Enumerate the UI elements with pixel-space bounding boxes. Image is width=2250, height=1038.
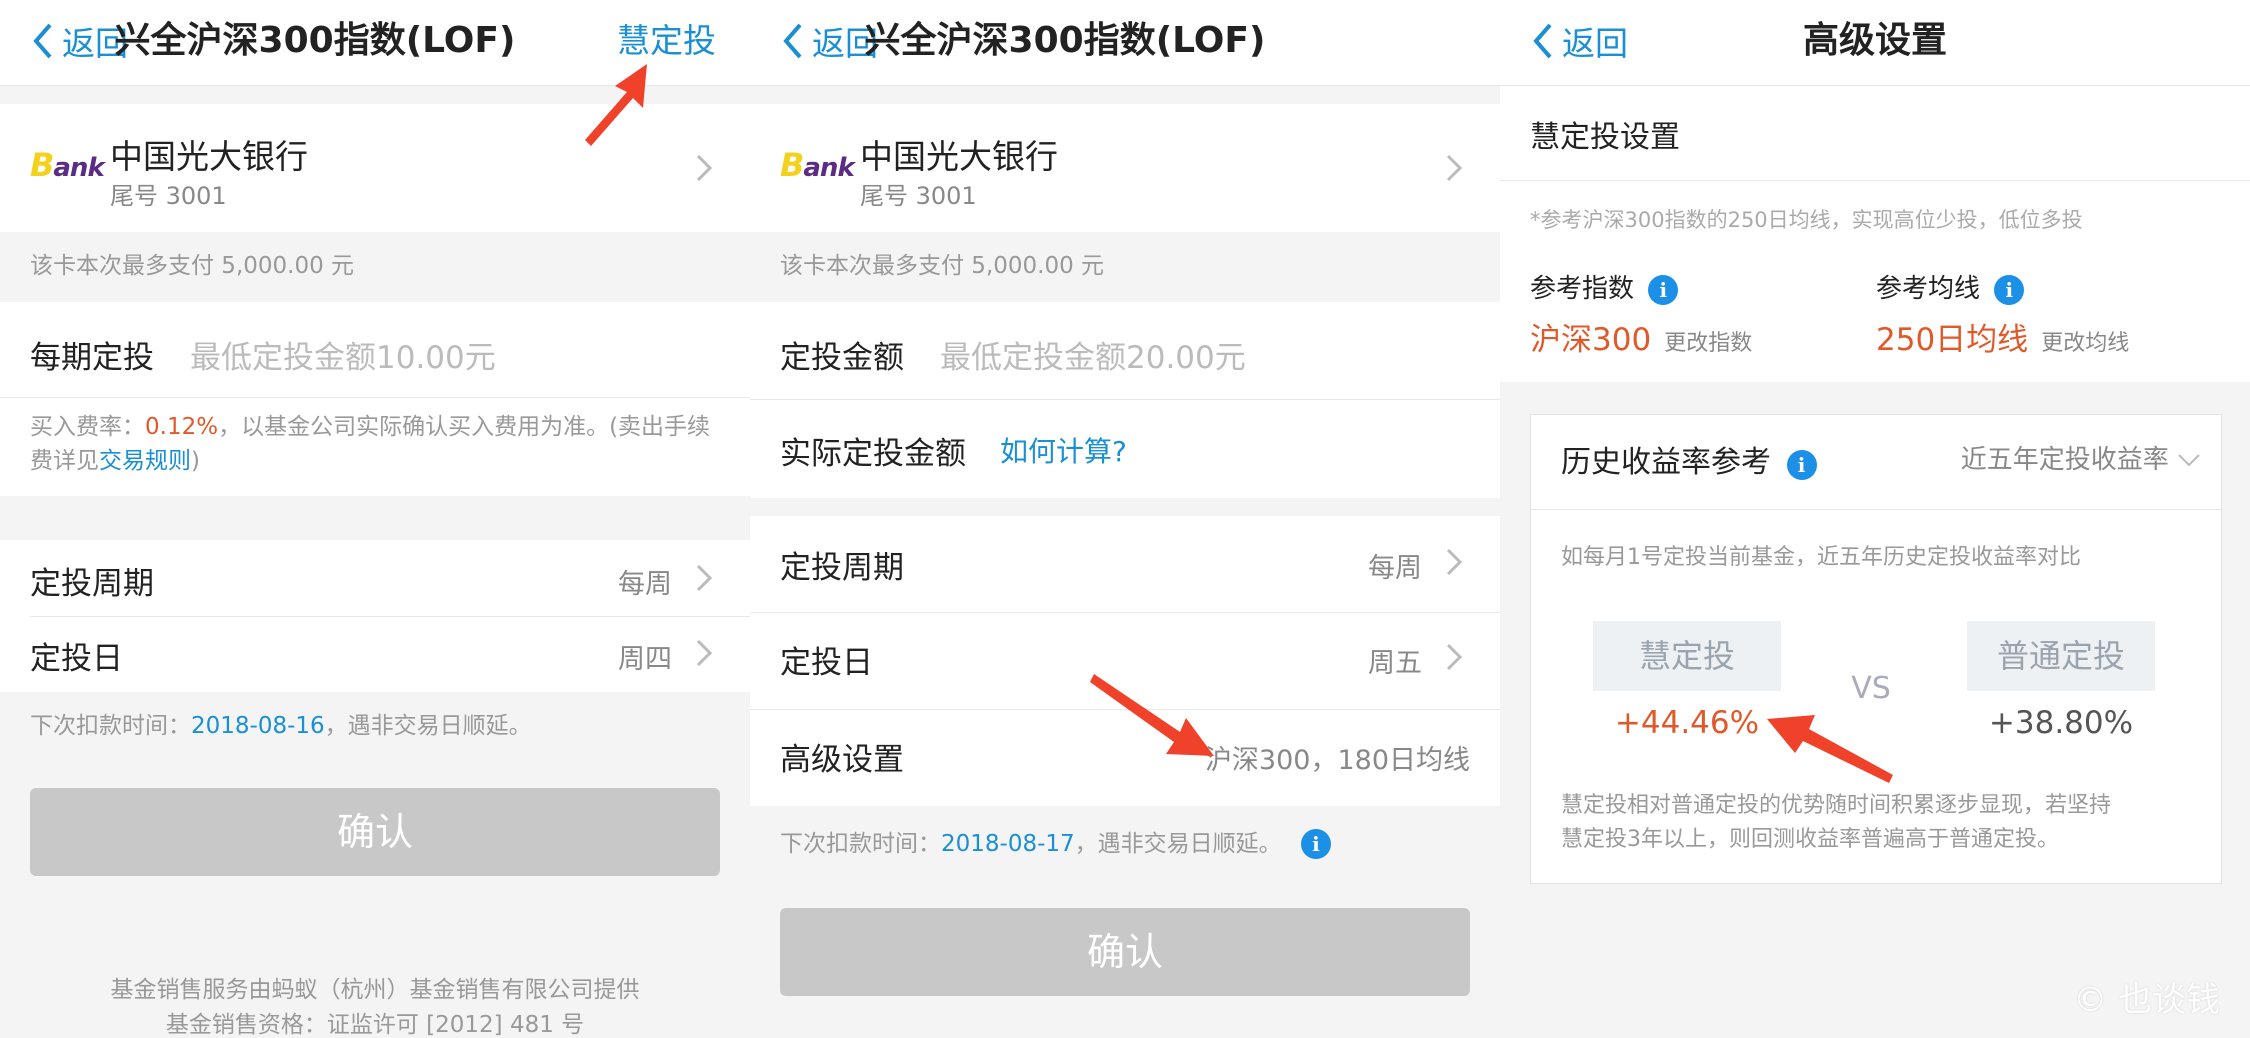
divider	[0, 397, 750, 398]
cycle-value: 每周	[618, 569, 672, 600]
panel-advanced-settings: 返回 高级设置 慧定投设置 *参考沪深300指数的250日均线，实现高位少投，低…	[1500, 0, 2250, 1038]
history-desc: 如每月1号定投当前基金，近五年历史定投收益率对比	[1561, 545, 2081, 570]
normal-invest-tag: 普通定投	[1967, 621, 2155, 691]
ref-ma-value: 250日均线	[1876, 322, 2029, 358]
schedule-section: 定投周期 每周 定投日 周四	[0, 540, 750, 692]
cycle-row[interactable]: 定投周期 每周	[0, 540, 750, 616]
bank-name: 中国光大银行	[110, 137, 308, 176]
advanced-value: 沪深300，180日均线	[1204, 745, 1470, 776]
bank-card-tail: 尾号 3001	[860, 182, 977, 210]
info-icon[interactable]: i	[1300, 829, 1331, 859]
confirm-button[interactable]: 确认	[780, 908, 1470, 996]
how-to-calculate-link[interactable]: 如何计算?	[1000, 430, 1127, 470]
smart-invest-tag: 慧定投	[1593, 621, 1781, 691]
bank-logo: Bank	[30, 146, 105, 184]
info-icon[interactable]: i	[1994, 275, 2025, 305]
chevron-right-icon	[1446, 643, 1463, 671]
amount-input[interactable]: 最低定投金额10.00元	[190, 332, 496, 377]
chevron-right-icon	[1446, 154, 1463, 182]
ref-ma-value-row: 250日均线 更改均线	[1876, 314, 2129, 359]
ref-index-value: 沪深300	[1530, 322, 1652, 358]
ref-ma-label: 参考均线 i	[1876, 268, 2025, 305]
amount-section: 定投金额 最低定投金额20.00元 实际定投金额 如何计算?	[750, 302, 1500, 498]
limit-note: 该卡本次最多支付 5,000.00 元	[780, 253, 1105, 279]
info-icon[interactable]: i	[1786, 450, 1817, 480]
day-label: 定投日	[780, 645, 873, 681]
watermark: © 也谈钱	[2073, 980, 2220, 1020]
nav-bar: 返回 兴全沪深300指数(LOF)	[750, 0, 1500, 86]
advanced-label: 高级设置	[780, 742, 904, 778]
chevron-down-icon	[2178, 454, 2200, 467]
ref-index-label: 参考指数 i	[1530, 268, 1679, 305]
chevron-right-icon	[696, 639, 713, 667]
cycle-row[interactable]: 定投周期 每周	[750, 516, 1500, 612]
footer-license: 基金销售资格：证监许可 [2012] 481 号	[165, 1012, 585, 1038]
normal-invest-return: +38.80%	[1988, 705, 2134, 741]
amount-section: 每期定投 最低定投金额10.00元 买入费率：0.12%，以基金公司实际确认买入…	[0, 302, 750, 496]
chevron-right-icon	[696, 154, 713, 182]
divider	[1500, 180, 2250, 181]
change-index-link[interactable]: 更改指数	[1664, 331, 1752, 356]
amount-label: 每期定投	[30, 340, 154, 376]
amount-label: 定投金额	[780, 340, 904, 376]
history-title: 历史收益率参考 i	[1561, 437, 1817, 481]
panel-fund-plan: 返回 兴全沪深300指数(LOF) 慧定投 Bank 中国光大银行 尾号 300…	[0, 0, 750, 1038]
schedule-section: 定投周期 每周 定投日 周五 高级设置 沪深300，180日均线	[750, 516, 1500, 806]
change-ma-link[interactable]: 更改均线	[2041, 331, 2129, 356]
day-row[interactable]: 定投日 周四	[0, 617, 750, 692]
smart-invest-return: +44.46%	[1614, 705, 1760, 741]
day-value: 周五	[1368, 648, 1422, 679]
page-title: 兴全沪深300指数(LOF)	[864, 20, 1266, 61]
bank-card-tail: 尾号 3001	[110, 182, 227, 210]
chevron-right-icon	[1446, 548, 1463, 576]
bank-card-row[interactable]: Bank 中国光大银行 尾号 3001	[750, 104, 1500, 232]
history-return-card: 历史收益率参考 i 近五年定投收益率 如每月1号定投当前基金，近五年历史定投收益…	[1530, 414, 2223, 884]
page-title: 高级设置	[1802, 20, 1947, 61]
strategy-hint: *参考沪深300指数的250日均线，实现高位少投，低位多投	[1530, 208, 2083, 232]
smart-settings-section: 慧定投设置 *参考沪深300指数的250日均线，实现高位少投，低位多投 参考指数…	[1500, 86, 2250, 382]
ref-index-value-row: 沪深300 更改指数	[1530, 314, 1752, 359]
trade-rules-link[interactable]: 交易规则	[99, 448, 191, 474]
divider	[750, 399, 1500, 400]
footer-provider: 基金销售服务由蚂蚁（杭州）基金销售有限公司提供	[110, 977, 640, 1003]
bank-logo: Bank	[780, 146, 855, 184]
day-label: 定投日	[30, 641, 123, 677]
section-title: 慧定投设置	[1530, 120, 1680, 155]
cycle-label: 定投周期	[780, 550, 904, 586]
amount-input[interactable]: 最低定投金额20.00元	[940, 332, 1246, 377]
cycle-value: 每周	[1368, 553, 1422, 584]
divider	[1531, 509, 2223, 510]
period-dropdown[interactable]: 近五年定投收益率	[1961, 439, 2201, 476]
info-icon[interactable]: i	[1648, 275, 1679, 305]
confirm-button[interactable]: 确认	[30, 788, 720, 876]
chevron-right-icon	[696, 564, 713, 592]
nav-bar: 返回 高级设置	[1500, 0, 2250, 86]
bank-name: 中国光大银行	[860, 137, 1058, 176]
fee-note: 买入费率：0.12%，以基金公司实际确认买入费用为准。(卖出手续费详见交易规则)	[30, 414, 711, 474]
panel-smart-plan: 返回 兴全沪深300指数(LOF) Bank 中国光大银行 尾号 3001 该卡…	[750, 0, 1500, 1038]
annotation-arrow-icon	[1767, 715, 1893, 783]
cycle-label: 定投周期	[30, 566, 154, 602]
next-debit-note: 下次扣款时间：2018-08-17，遇非交易日顺延。 i	[780, 824, 1331, 859]
vs-label: VS	[1851, 671, 1891, 706]
history-footnote: 慧定投相对普通定投的优势随时间积累逐步显现，若坚持 慧定投3年以上，则回测收益率…	[1561, 793, 2112, 852]
annotation-arrow-icon	[1090, 674, 1214, 756]
actual-amount-label: 实际定投金额	[780, 436, 966, 472]
annotation-arrow-icon	[585, 64, 647, 146]
day-value: 周四	[618, 644, 672, 675]
next-debit-note: 下次扣款时间：2018-08-16，遇非交易日顺延。	[30, 713, 532, 739]
limit-note: 该卡本次最多支付 5,000.00 元	[30, 253, 355, 279]
